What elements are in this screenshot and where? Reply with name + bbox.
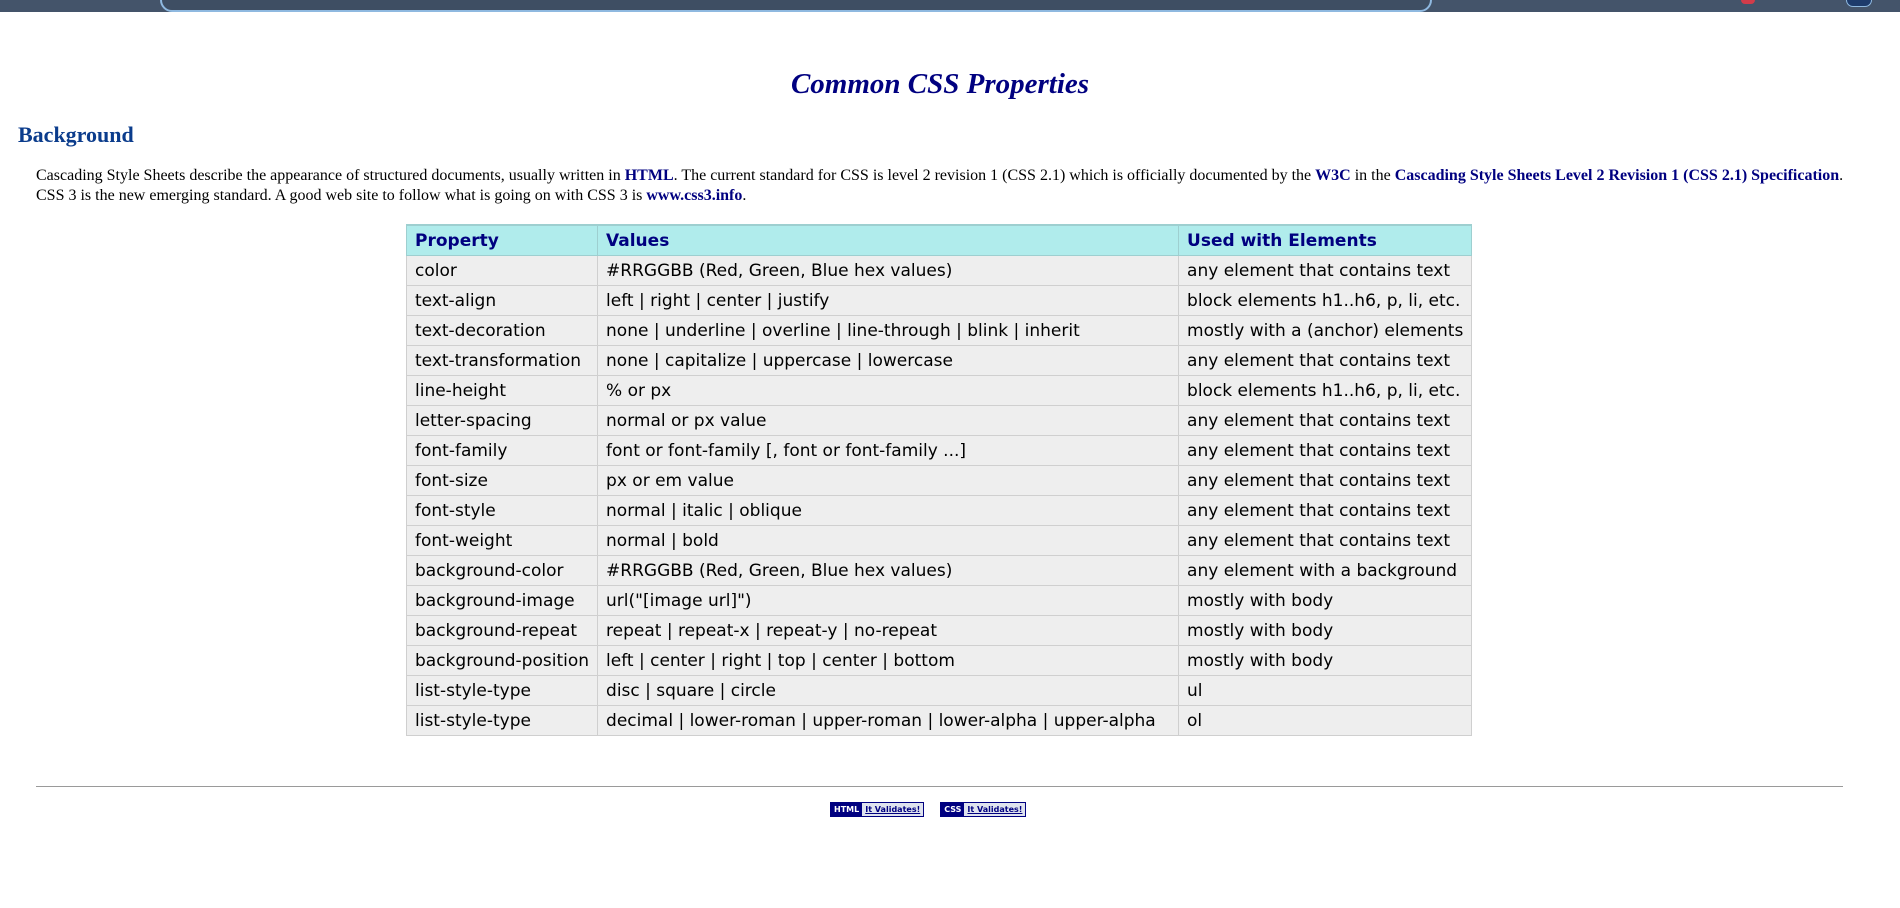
- used-with-cell: mostly with body: [1178, 645, 1473, 676]
- property-cell: text-align: [405, 285, 599, 316]
- validation-badges: HTML It Validates! CSS It Validates!: [830, 802, 1027, 817]
- table-row: font-style normal | italic | oblique any…: [405, 495, 1473, 526]
- values-cell: px or em value: [597, 465, 1180, 496]
- property-cell: background-image: [405, 585, 599, 616]
- used-with-cell: any element that contains text: [1178, 255, 1473, 286]
- property-cell: text-transformation: [405, 345, 599, 376]
- notification-icon[interactable]: [1741, 0, 1755, 4]
- table-row: font-weight normal | bold any element th…: [405, 525, 1473, 556]
- property-cell: font-size: [405, 465, 599, 496]
- css-validator-badge[interactable]: CSS It Validates!: [940, 802, 1027, 817]
- property-cell: background-repeat: [405, 615, 599, 646]
- values-cell: #RRGGBB (Red, Green, Blue hex values): [597, 555, 1180, 586]
- property-cell: list-style-type: [405, 705, 599, 736]
- used-with-cell: any element that contains text: [1178, 525, 1473, 556]
- values-cell: % or px: [597, 375, 1180, 406]
- css-badge-label: It Validates!: [967, 805, 1023, 814]
- property-cell: background-color: [405, 555, 599, 586]
- used-with-cell: mostly with body: [1178, 615, 1473, 646]
- used-with-cell: mostly with body: [1178, 585, 1473, 616]
- used-with-cell: any element with a background: [1178, 555, 1473, 586]
- values-cell: none | underline | overline | line-throu…: [597, 315, 1180, 346]
- values-cell: repeat | repeat-x | repeat-y | no-repeat: [597, 615, 1180, 646]
- property-cell: line-height: [405, 375, 599, 406]
- intro-text: Cascading Style Sheets describe the appe…: [36, 167, 625, 184]
- html-badge-label: It Validates!: [865, 805, 921, 814]
- values-cell: left | center | right | top | center | b…: [597, 645, 1180, 676]
- property-cell: background-position: [405, 645, 599, 676]
- values-cell: left | right | center | justify: [597, 285, 1180, 316]
- table-row: background-color #RRGGBB (Red, Green, Bl…: [405, 555, 1473, 586]
- values-cell: #RRGGBB (Red, Green, Blue hex values): [597, 255, 1180, 286]
- property-cell: color: [405, 255, 599, 286]
- values-cell: normal | italic | oblique: [597, 495, 1180, 526]
- used-with-cell: any element that contains text: [1178, 405, 1473, 436]
- used-with-cell: block elements h1..h6, p, li, etc.: [1178, 375, 1473, 406]
- page-title: Common CSS Properties: [790, 68, 1090, 100]
- column-header-used-with: Used with Elements: [1178, 224, 1473, 256]
- table-row: background-repeat repeat | repeat-x | re…: [405, 615, 1473, 646]
- w3c-link[interactable]: W3C: [1315, 167, 1351, 184]
- css21-spec-link[interactable]: Cascading Style Sheets Level 2 Revision …: [1395, 167, 1839, 184]
- values-cell: font or font-family [, font or font-fami…: [597, 435, 1180, 466]
- table-row: text-align left | right | center | justi…: [405, 285, 1473, 316]
- column-header-values: Values: [597, 224, 1180, 256]
- table-header-row: Property Values Used with Elements: [405, 224, 1473, 256]
- footer-divider: [36, 786, 1843, 787]
- html-badge-tag: HTML: [831, 803, 863, 816]
- html-link[interactable]: HTML: [625, 167, 674, 184]
- values-cell: decimal | lower-roman | upper-roman | lo…: [597, 705, 1180, 736]
- table-row: list-style-type decimal | lower-roman | …: [405, 705, 1473, 736]
- css-properties-table: Property Values Used with Elements color…: [405, 224, 1473, 736]
- values-cell: normal or px value: [597, 405, 1180, 436]
- values-cell: disc | square | circle: [597, 675, 1180, 706]
- property-cell: list-style-type: [405, 675, 599, 706]
- used-with-cell: ul: [1178, 675, 1473, 706]
- section-heading: Background: [18, 122, 134, 147]
- table-row: text-decoration none | underline | overl…: [405, 315, 1473, 346]
- used-with-cell: any element that contains text: [1178, 465, 1473, 496]
- used-with-cell: any element that contains text: [1178, 345, 1473, 376]
- used-with-cell: mostly with a (anchor) elements: [1178, 315, 1473, 346]
- used-with-cell: any element that contains text: [1178, 435, 1473, 466]
- property-cell: text-decoration: [405, 315, 599, 346]
- address-bar[interactable]: [160, 0, 1432, 12]
- property-cell: font-weight: [405, 525, 599, 556]
- used-with-cell: block elements h1..h6, p, li, etc.: [1178, 285, 1473, 316]
- used-with-cell: any element that contains text: [1178, 495, 1473, 526]
- intro-paragraph: Cascading Style Sheets describe the appe…: [36, 166, 1846, 206]
- property-cell: font-family: [405, 435, 599, 466]
- table-row: color #RRGGBB (Red, Green, Blue hex valu…: [405, 255, 1473, 286]
- values-cell: normal | bold: [597, 525, 1180, 556]
- browser-toolbar: [0, 0, 1900, 12]
- table-row: text-transformation none | capitalize | …: [405, 345, 1473, 376]
- table-row: letter-spacing normal or px value any el…: [405, 405, 1473, 436]
- table-row: line-height % or px block elements h1..h…: [405, 375, 1473, 406]
- values-cell: url("[image url]"): [597, 585, 1180, 616]
- profile-avatar-icon[interactable]: [1846, 0, 1872, 7]
- css-badge-tag: CSS: [941, 803, 965, 816]
- table-row: font-family font or font-family [, font …: [405, 435, 1473, 466]
- html-validator-badge[interactable]: HTML It Validates!: [830, 802, 925, 817]
- values-cell: none | capitalize | uppercase | lowercas…: [597, 345, 1180, 376]
- intro-text: in the: [1350, 167, 1395, 184]
- intro-text: . The current standard for CSS is level …: [673, 167, 1316, 184]
- table-row: list-style-type disc | square | circle u…: [405, 675, 1473, 706]
- column-header-property: Property: [405, 224, 599, 256]
- table-row: background-position left | center | righ…: [405, 645, 1473, 676]
- table-row: font-size px or em value any element tha…: [405, 465, 1473, 496]
- property-cell: letter-spacing: [405, 405, 599, 436]
- intro-text: .: [742, 187, 747, 204]
- table-row: background-image url("[image url]") most…: [405, 585, 1473, 616]
- used-with-cell: ol: [1178, 705, 1473, 736]
- property-cell: font-style: [405, 495, 599, 526]
- css3-info-link[interactable]: www.css3.info: [646, 187, 742, 204]
